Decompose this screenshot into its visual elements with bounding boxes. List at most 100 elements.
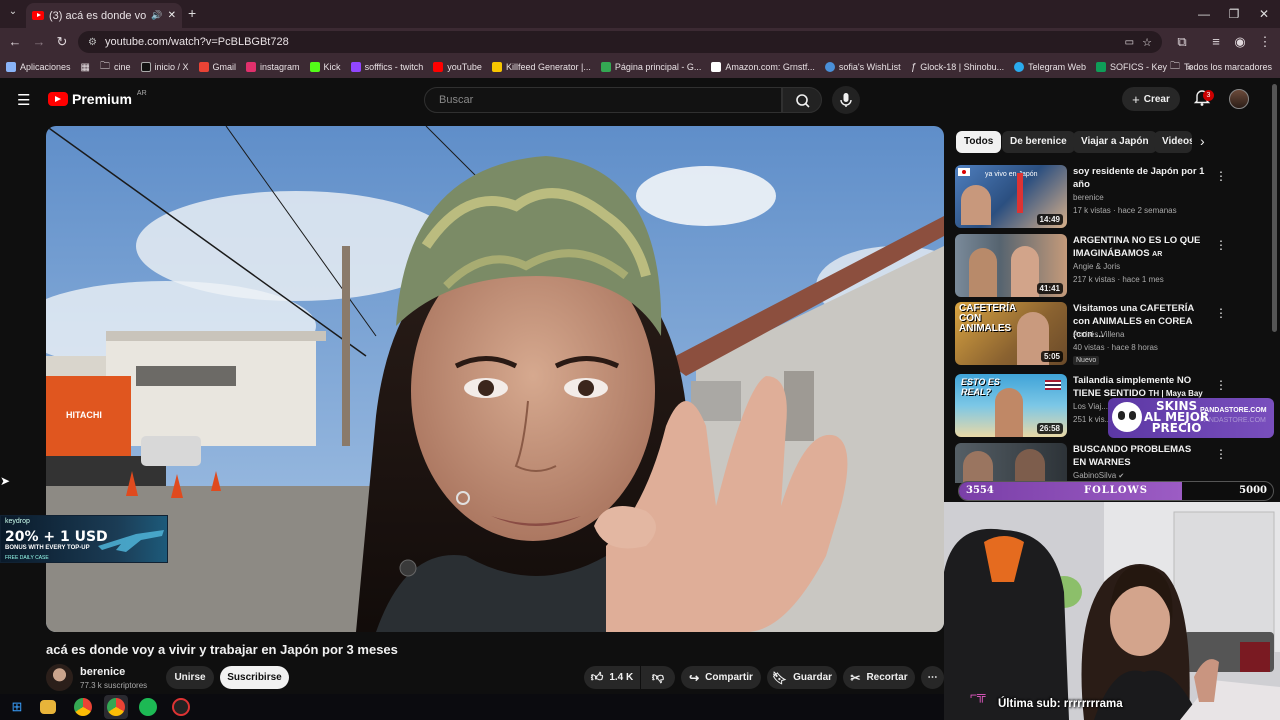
bookmark-item[interactable]: sofia's WishList: [824, 62, 901, 72]
all-bookmarks[interactable]: 🗀 Todos los marcadores: [1170, 56, 1272, 78]
os-taskbar: ⊞: [0, 694, 944, 720]
bookmark-item[interactable]: ƒ Glock-18 | Shinobu...: [911, 62, 1004, 73]
clip-button[interactable]: ✂ Recortar: [843, 666, 915, 689]
save-button[interactable]: 🔖︎ Guardar: [767, 666, 837, 689]
verified-icon: ✔: [1118, 473, 1125, 480]
voice-search-button[interactable]: [832, 86, 860, 114]
channel-name[interactable]: berenice: [80, 666, 125, 678]
chip-videos[interactable]: Videos: [1154, 131, 1192, 153]
chip-all[interactable]: Todos: [956, 131, 1002, 153]
pandastore-site: PANDASTORE.COM: [1200, 407, 1267, 414]
video-thumbnail[interactable]: [955, 443, 1067, 483]
minimize-icon[interactable]: —: [1189, 5, 1219, 23]
subscribe-button[interactable]: Suscribirse: [220, 666, 289, 689]
more-vertical-icon[interactable]: ⋮: [1215, 169, 1227, 183]
media-icon[interactable]: ≡: [1207, 33, 1225, 51]
recommendation-channel: GabinoSilva ✔: [1073, 471, 1125, 480]
spotify-icon[interactable]: [139, 698, 157, 716]
obs-icon[interactable]: [172, 698, 190, 716]
video-thumbnail[interactable]: CAFETERÍA CON ANIMALES 5:05: [955, 302, 1067, 365]
tokyo-tower-graphic: [1017, 173, 1023, 213]
forward-icon[interactable]: →: [30, 33, 48, 51]
file-explorer-icon[interactable]: [40, 700, 56, 714]
channel-avatar[interactable]: [46, 664, 73, 691]
windows-start-icon[interactable]: ⊞: [8, 698, 26, 716]
more-actions-button[interactable]: ⋯: [921, 666, 944, 689]
bookmark-item[interactable]: Kick: [309, 62, 341, 72]
extensions-icon[interactable]: ⧉: [1173, 33, 1191, 51]
like-button[interactable]: 👍︎ 1.4 K: [584, 666, 640, 689]
more-vertical-icon[interactable]: ⋮: [1215, 306, 1227, 320]
video-title: acá es donde voy a vivir y trabajar en J…: [46, 642, 398, 657]
profile-icon[interactable]: ◉: [1231, 33, 1249, 51]
bookmark-item[interactable]: instagram: [246, 62, 300, 72]
join-button[interactable]: Unirse: [166, 666, 214, 689]
bookmark-item[interactable]: youTube: [433, 62, 482, 72]
back-icon[interactable]: ←: [6, 33, 24, 51]
chrome-profile-icon[interactable]: [107, 698, 125, 716]
share-button[interactable]: ↪ Compartir: [681, 666, 761, 689]
recommendation-item[interactable]: ya vivo en Japón 14:49 soy residente de …: [955, 165, 1267, 229]
video-thumbnail[interactable]: ESTO ES REAL? 26:58: [955, 374, 1067, 437]
window-close-icon[interactable]: ✕: [1249, 5, 1279, 23]
search-button[interactable]: [782, 87, 822, 113]
tab-audio-icon[interactable]: 🔊: [151, 10, 162, 21]
youtube-logo[interactable]: Premium AR: [48, 90, 147, 107]
recommendation-title: ARGENTINA NO ES LO QUE IMAGINÁBAMOS AR: [1073, 235, 1201, 259]
bookmark-item[interactable]: Telegram Web: [1014, 62, 1086, 72]
chip-viajar-a-japon[interactable]: Viajar a Japón: [1073, 131, 1157, 153]
bookmark-item[interactable]: sofffics - twitch: [350, 62, 423, 72]
search-input[interactable]: Buscar: [424, 87, 782, 113]
sheets-icon: [1095, 62, 1106, 72]
bookmark-item[interactable]: Killfeed Generator |...: [491, 62, 591, 72]
recommendation-channel: berenice: [1073, 193, 1104, 202]
more-vertical-icon[interactable]: ⋮: [1215, 378, 1227, 392]
bookmark-star-icon[interactable]: ☆: [1142, 36, 1152, 49]
youtube-play-icon: [48, 92, 68, 106]
page-scrollbar[interactable]: [1272, 84, 1277, 332]
browser-tab[interactable]: (3) acá es donde voy a vivir y trabajar …: [26, 3, 182, 28]
gun-icon: ⌐╦: [970, 688, 986, 702]
dislike-button[interactable]: 👎︎: [641, 666, 675, 689]
cast-icon[interactable]: ▭: [1125, 37, 1134, 48]
mouse-cursor-icon: ➤: [0, 474, 11, 488]
bookmark-item[interactable]: Gmail: [198, 62, 236, 72]
chrome-icon[interactable]: [74, 698, 92, 716]
bookmark-item[interactable]: 🗀 cine: [100, 59, 131, 76]
bookmark-item[interactable]: ▦: [81, 62, 90, 73]
bookmark-item[interactable]: inicio / X: [140, 62, 189, 72]
recommendation-item[interactable]: BUSCANDO PROBLEMAS EN WARNES GabinoSilva…: [955, 443, 1267, 483]
notification-count-badge: 3: [1203, 90, 1214, 101]
tab-close-icon[interactable]: ✕: [168, 10, 176, 21]
recommendation-item[interactable]: CAFETERÍA CON ANIMALES 5:05 Visitamos un…: [955, 302, 1267, 366]
tab-search-icon[interactable]: ⌄: [6, 6, 20, 20]
more-vertical-icon[interactable]: ⋮: [1215, 447, 1227, 461]
recommendation-item[interactable]: 41:41 ARGENTINA NO ES LO QUE IMAGINÁBAMO…: [955, 234, 1267, 298]
video-thumbnail[interactable]: 41:41: [955, 234, 1067, 297]
follows-goal: 5000: [1239, 485, 1267, 496]
reload-icon[interactable]: ↻: [53, 33, 71, 51]
browser-menu-icon[interactable]: ⋮: [1256, 33, 1274, 51]
account-avatar[interactable]: [1229, 89, 1249, 109]
bookmark-item[interactable]: Página principal - G...: [600, 62, 701, 72]
bookmark-item[interactable]: Aplicaciones: [6, 62, 71, 72]
chevron-right-icon[interactable]: ›: [1200, 133, 1205, 149]
thailand-flag-icon: [1045, 380, 1061, 390]
bookmark-item[interactable]: Amazon.com: Grnstf...: [711, 62, 815, 72]
new-tab-icon[interactable]: +: [188, 5, 196, 21]
create-button[interactable]: + Crear: [1122, 87, 1180, 111]
chip-de-berenice[interactable]: De berenice: [1002, 131, 1075, 153]
bookmark-item[interactable]: SOFICS - Key: [1095, 62, 1167, 72]
restore-icon[interactable]: ❐: [1219, 5, 1249, 23]
site-info-icon[interactable]: ⚙: [88, 37, 97, 48]
video-thumbnail[interactable]: ya vivo en Japón 14:49: [955, 165, 1067, 228]
more-horizontal-icon: ⋯: [927, 672, 938, 683]
hamburger-menu-icon[interactable]: ☰: [17, 91, 30, 109]
address-bar[interactable]: ⚙ youtube.com/watch?v=PcBLBGBt728 ▭ ☆: [78, 31, 1162, 53]
thumbs-down-icon: 👎︎: [651, 670, 665, 684]
video-player[interactable]: HITACHI: [46, 126, 944, 632]
microphone-icon: [840, 93, 852, 107]
pandastore-promo-overlay: SKINS AL MEJOR PRECIO PANDASTORE.COM PAN…: [1108, 398, 1274, 438]
more-vertical-icon[interactable]: ⋮: [1215, 238, 1227, 252]
video-frame: HITACHI: [46, 126, 944, 632]
